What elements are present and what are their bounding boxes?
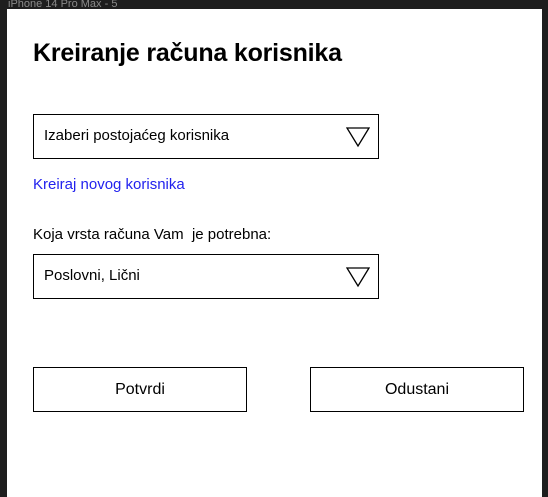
page-title: Kreiranje računa korisnika [33, 39, 342, 67]
design-frame: iPhone 14 Pro Max - 5 Kreiranje računa k… [0, 0, 548, 497]
account-type-dropdown[interactable]: Poslovni, Lični [33, 254, 379, 299]
create-new-user-link[interactable]: Kreiraj novog korisnika [33, 176, 185, 193]
user-select-dropdown[interactable]: Izaberi postojaćeg korisnika [33, 114, 379, 159]
confirm-button[interactable]: Potvrdi [33, 367, 247, 412]
cancel-button[interactable]: Odustani [310, 367, 524, 412]
triangle-down-icon [346, 267, 370, 288]
account-type-value: Poslovni, Lični [44, 267, 140, 284]
account-type-label: Koja vrsta računa Vam je potrebna: [33, 226, 272, 243]
user-select-value: Izaberi postojaćeg korisnika [44, 127, 230, 144]
phone-screen: Kreiranje računa korisnika Izaberi posto… [7, 9, 542, 497]
triangle-down-icon [346, 127, 370, 148]
